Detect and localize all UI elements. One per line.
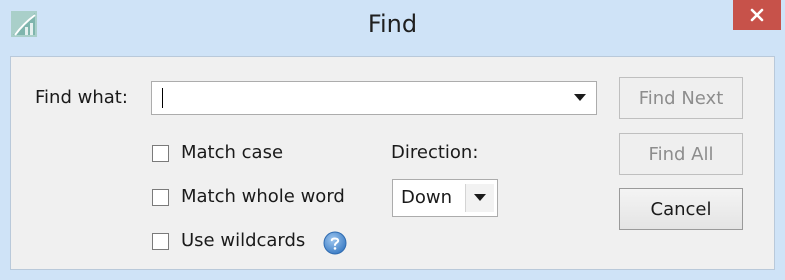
match-whole-word-checkbox[interactable] — [152, 189, 169, 206]
find-what-input[interactable] — [152, 82, 562, 114]
close-icon — [750, 8, 764, 22]
chevron-down-icon — [474, 194, 486, 201]
use-wildcards-checkbox[interactable] — [152, 233, 169, 250]
use-wildcards-label: Use wildcards — [181, 230, 306, 251]
cancel-button[interactable]: Cancel — [619, 188, 743, 230]
find-history-dropdown-button[interactable] — [566, 84, 594, 112]
window-title: Find — [367, 10, 418, 38]
match-whole-word-label: Match whole word — [181, 186, 345, 207]
chevron-down-icon — [574, 94, 586, 101]
find-dialog: Find Find what: Find Next Match case Mat… — [0, 0, 785, 280]
find-what-combobox[interactable] — [151, 81, 597, 115]
direction-dropdown-button[interactable] — [465, 184, 494, 212]
help-icon[interactable] — [323, 231, 347, 255]
match-case-checkbox[interactable] — [152, 145, 169, 162]
direction-selected-value: Down — [401, 187, 453, 208]
find-what-label: Find what: — [35, 87, 128, 108]
match-case-label: Match case — [181, 142, 284, 163]
direction-label: Direction: — [391, 142, 479, 163]
dialog-body: Find what: Find Next Match case Match wh… — [10, 56, 775, 270]
close-button[interactable] — [733, 0, 781, 30]
direction-select[interactable]: Down — [392, 179, 498, 217]
find-next-button[interactable]: Find Next — [619, 77, 743, 119]
title-bar: Find — [0, 0, 785, 48]
text-caret — [162, 88, 163, 108]
find-all-button[interactable]: Find All — [619, 133, 743, 175]
